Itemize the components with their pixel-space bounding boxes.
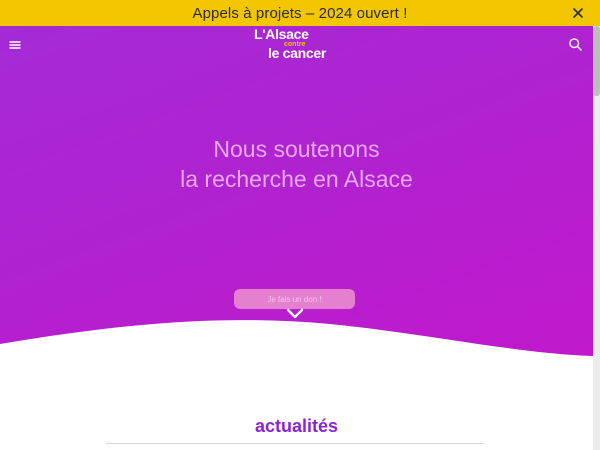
hero-section: L'Alsace contre le cancer Nous soutenons… [0, 26, 593, 366]
news-divider [106, 443, 484, 444]
site-logo[interactable]: L'Alsace contre le cancer [254, 27, 344, 61]
search-icon[interactable] [568, 37, 583, 52]
close-icon[interactable] [570, 5, 586, 21]
hero-title-line2: la recherche en Alsace [180, 166, 413, 192]
hero-wave-divider [0, 320, 593, 366]
hero-title: Nous soutenons la recherche en Alsace [0, 134, 593, 194]
logo-text-line2: le cancer [268, 45, 327, 61]
news-section-title: actualités [254, 416, 339, 436]
hero-title-line1: Nous soutenons [213, 136, 380, 162]
logo-text-line1: L'Alsace [254, 26, 309, 42]
announcement-banner[interactable]: Appels à projets – 2024 ouvert ! [0, 0, 600, 26]
hamburger-menu-icon[interactable] [8, 38, 22, 52]
announcement-text[interactable]: Appels à projets – 2024 ouvert ! [192, 5, 407, 22]
page-scrollbar-thumb[interactable] [593, 26, 600, 96]
